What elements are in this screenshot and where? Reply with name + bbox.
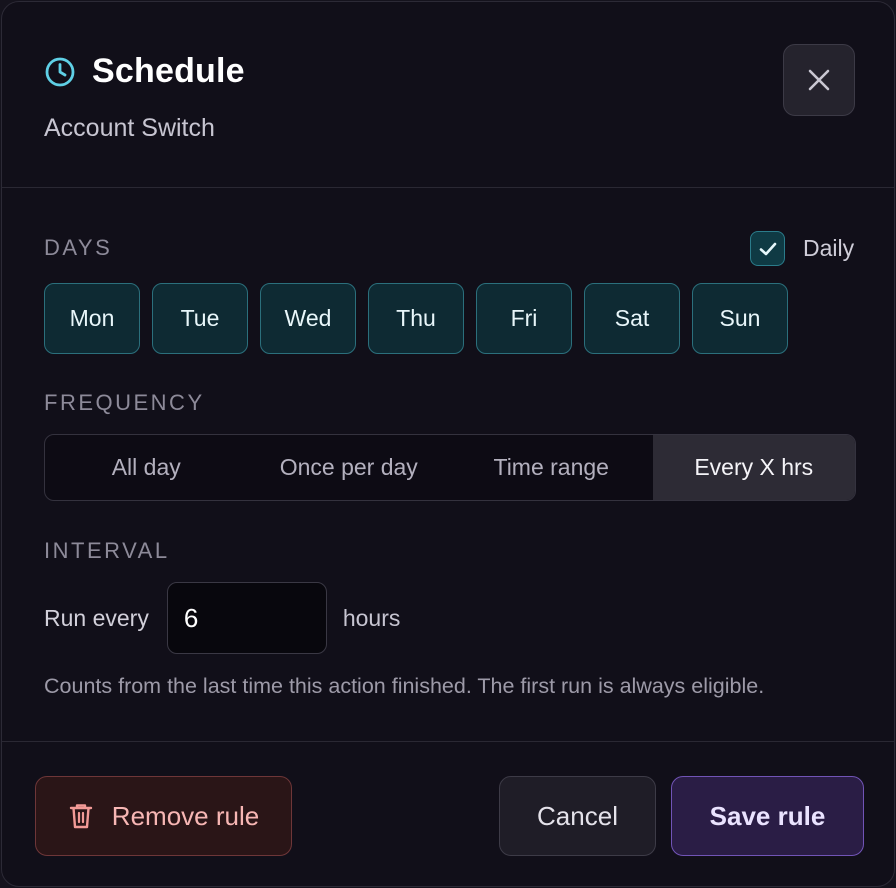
day-button-thu[interactable]: Thu bbox=[368, 283, 464, 354]
day-button-sun[interactable]: Sun bbox=[692, 283, 788, 354]
frequency-segmented-control: All day Once per day Time range Every X … bbox=[44, 434, 856, 501]
daily-checkbox[interactable] bbox=[750, 231, 785, 266]
day-button-sat[interactable]: Sat bbox=[584, 283, 680, 354]
dialog-header: Schedule Account Switch bbox=[2, 2, 894, 188]
footer-divider bbox=[2, 741, 894, 742]
hours-unit-label: hours bbox=[342, 604, 401, 631]
day-button-tue[interactable]: Tue bbox=[152, 283, 248, 354]
frequency-option-time-range[interactable]: Time range bbox=[450, 435, 653, 500]
save-rule-button[interactable]: Save rule bbox=[671, 776, 864, 856]
frequency-option-all-day[interactable]: All day bbox=[45, 435, 248, 500]
check-icon bbox=[759, 242, 776, 255]
dialog-subtitle: Account Switch bbox=[44, 114, 215, 142]
frequency-option-every-x-hrs[interactable]: Every X hrs bbox=[652, 435, 855, 500]
close-icon bbox=[808, 69, 830, 91]
title-row: Schedule bbox=[44, 52, 245, 91]
frequency-option-once-per-day[interactable]: Once per day bbox=[248, 435, 451, 500]
run-every-label: Run every bbox=[44, 604, 149, 631]
frequency-section-label: FREQUENCY bbox=[44, 390, 205, 415]
cancel-button[interactable]: Cancel bbox=[499, 776, 656, 856]
day-picker: Mon Tue Wed Thu Fri Sat Sun bbox=[44, 283, 788, 354]
remove-rule-label: Remove rule bbox=[111, 800, 260, 831]
day-button-wed[interactable]: Wed bbox=[260, 283, 356, 354]
close-button[interactable] bbox=[783, 44, 855, 116]
remove-rule-button[interactable]: Remove rule bbox=[35, 776, 292, 856]
trash-icon bbox=[69, 804, 92, 829]
schedule-dialog: Schedule Account Switch DAYS Daily Mon T… bbox=[1, 1, 895, 887]
clock-icon bbox=[45, 57, 75, 86]
interval-row: Run every 6 hours bbox=[44, 582, 400, 654]
interval-section-label: INTERVAL bbox=[44, 538, 170, 563]
days-section-label: DAYS bbox=[44, 235, 113, 260]
interval-hours-input[interactable]: 6 bbox=[166, 582, 327, 654]
daily-label: Daily bbox=[803, 235, 855, 261]
day-button-fri[interactable]: Fri bbox=[476, 283, 572, 354]
interval-hint: Counts from the last time this action fi… bbox=[44, 674, 765, 698]
dialog-title: Schedule bbox=[92, 52, 245, 90]
day-button-mon[interactable]: Mon bbox=[44, 283, 140, 354]
daily-toggle[interactable]: Daily bbox=[750, 231, 854, 266]
